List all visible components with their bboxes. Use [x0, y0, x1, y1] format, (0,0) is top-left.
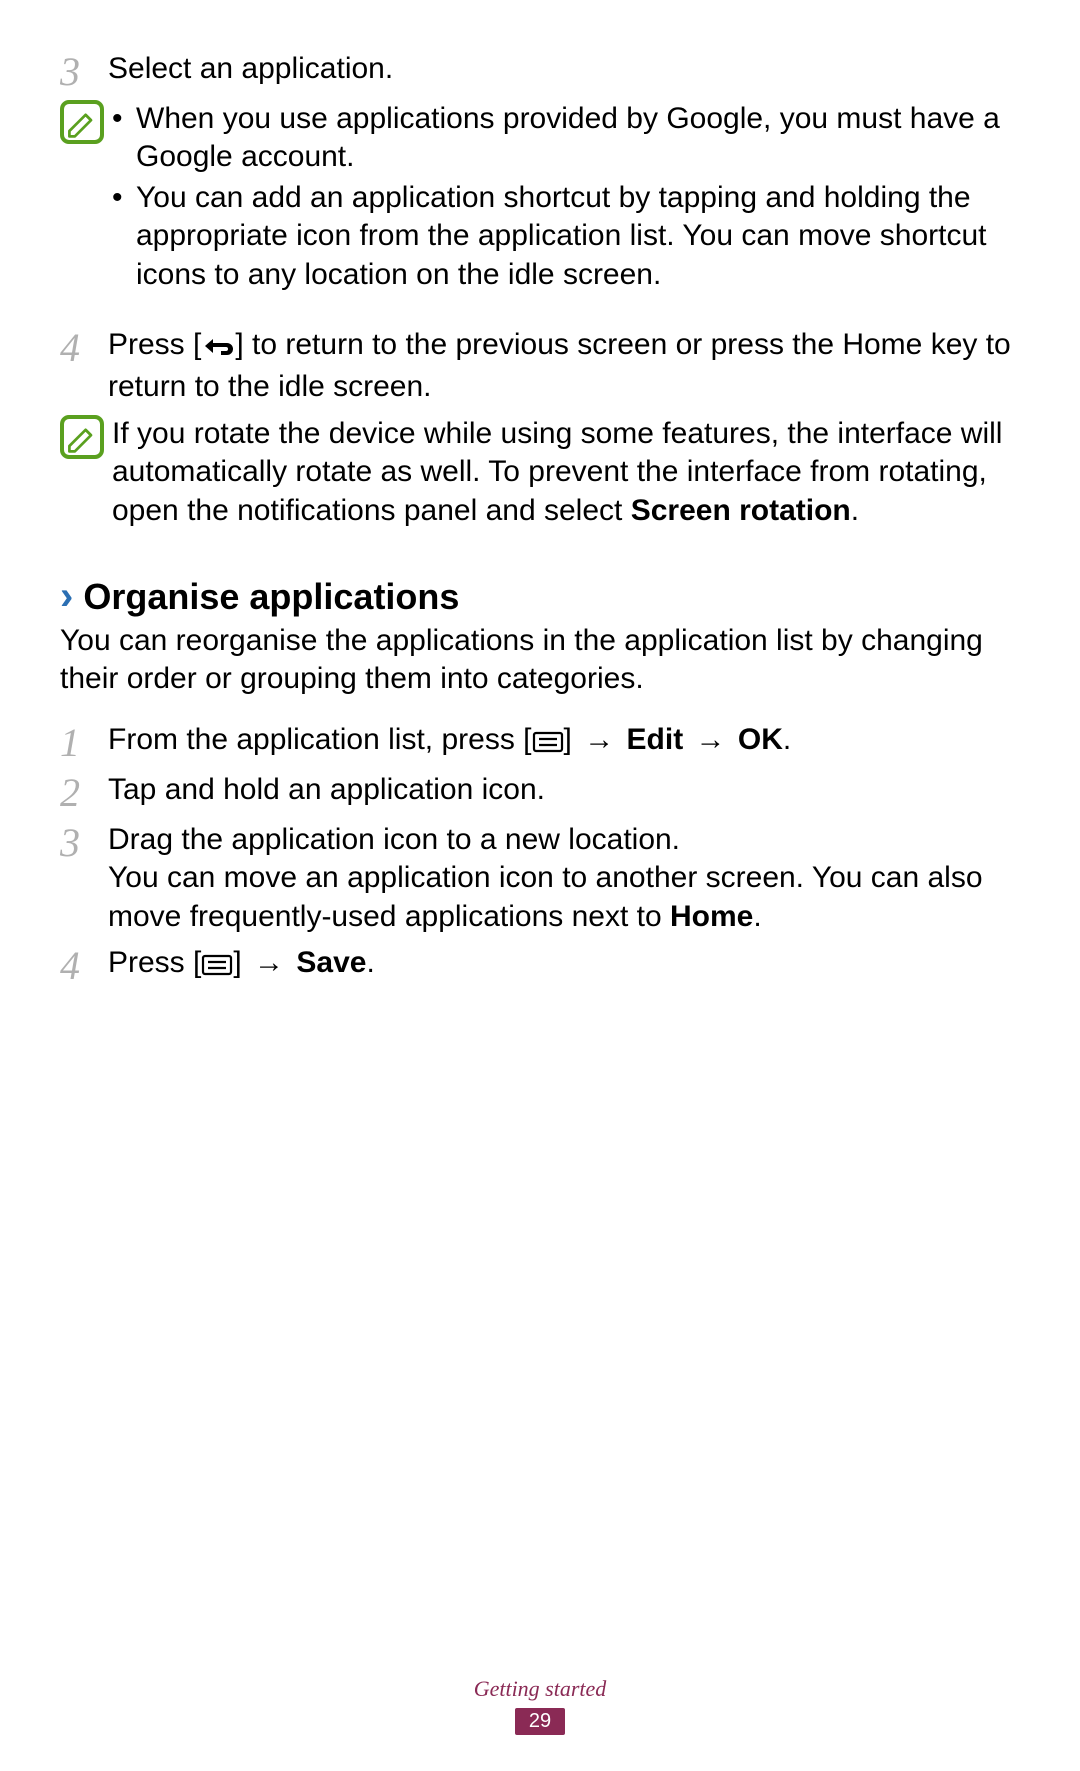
step-number: 4	[60, 326, 108, 368]
section-heading: Organise applications	[83, 576, 459, 618]
step-text: Tap and hold an application icon.	[108, 771, 1020, 809]
note-body: If you rotate the device while using som…	[112, 415, 1020, 530]
organise-step-1: 1 From the application list, press [] → …	[60, 721, 1020, 763]
step-text: Press [] to return to the previous scree…	[108, 326, 1020, 407]
back-key-icon	[201, 330, 235, 368]
step-text: From the application list, press [] → Ed…	[108, 721, 1020, 763]
text-fragment: .	[783, 723, 791, 756]
chevron-right-icon: ›	[60, 576, 73, 616]
note-block-1: • When you use applications provided by …	[60, 100, 1020, 296]
note-pencil-icon	[60, 415, 104, 459]
bold-text: Screen rotation	[631, 494, 851, 527]
menu-key-icon	[201, 948, 233, 986]
step-number: 3	[60, 50, 108, 92]
organise-step-3: 3 Drag the application icon to a new loc…	[60, 821, 1020, 936]
text-fragment: ]	[233, 946, 250, 979]
section-intro: You can reorganise the applications in t…	[60, 622, 1020, 699]
text-fragment: If you rotate the device while using som…	[112, 417, 1002, 527]
organise-step-4: 4 Press [] → Save.	[60, 944, 1020, 986]
bullet-item: • When you use applications provided by …	[112, 100, 1020, 177]
step-text: Select an application.	[108, 50, 1020, 88]
text-fragment: You can move an application icon to anot…	[108, 861, 983, 932]
text-fragment: .	[851, 494, 859, 527]
step-number: 4	[60, 944, 108, 986]
text-line: You can move an application icon to anot…	[108, 859, 1020, 936]
bullet-text: When you use applications provided by Go…	[136, 100, 1020, 177]
text-fragment: From the application list, press [	[108, 723, 532, 756]
bold-text: Save	[296, 946, 366, 979]
text-fragment: ]	[564, 723, 581, 756]
text-fragment: ] to return to the previous screen or pr…	[108, 328, 1011, 403]
text-fragment: Press [	[108, 946, 201, 979]
menu-key-icon	[532, 725, 564, 763]
note-block-2: If you rotate the device while using som…	[60, 415, 1020, 530]
text-fragment: Press [	[108, 328, 201, 361]
step-number: 3	[60, 821, 108, 863]
step-text: Press [] → Save.	[108, 944, 1020, 986]
section-heading-row: › Organise applications	[60, 576, 1020, 618]
step-number: 1	[60, 721, 108, 763]
bullet-dot-icon: •	[112, 100, 136, 138]
bold-text: Home	[670, 900, 753, 933]
note-icon-wrap	[60, 415, 112, 459]
page-number-badge: 29	[515, 1708, 565, 1735]
bold-text: OK	[738, 723, 783, 756]
note-pencil-icon	[60, 100, 104, 144]
step-text: Drag the application icon to a new locat…	[108, 821, 1020, 936]
bold-text: Edit	[627, 723, 684, 756]
bullet-dot-icon: •	[112, 179, 136, 217]
bullet-text: You can add an application shortcut by t…	[136, 179, 1020, 294]
bullet-item: • You can add an application shortcut by…	[112, 179, 1020, 294]
arrow-icon: →	[580, 723, 618, 756]
text-line: Drag the application icon to a new locat…	[108, 821, 1020, 859]
note-body: • When you use applications provided by …	[112, 100, 1020, 296]
text-fragment: .	[753, 900, 761, 933]
step-3: 3 Select an application.	[60, 50, 1020, 92]
text-fragment: .	[366, 946, 374, 979]
step-4: 4 Press [] to return to the previous scr…	[60, 326, 1020, 407]
note-icon-wrap	[60, 100, 112, 144]
arrow-icon: →	[692, 723, 730, 756]
footer-section-title: Getting started	[0, 1676, 1080, 1702]
organise-step-2: 2 Tap and hold an application icon.	[60, 771, 1020, 813]
page-footer: Getting started 29	[0, 1676, 1080, 1735]
arrow-icon: →	[250, 946, 288, 979]
step-number: 2	[60, 771, 108, 813]
